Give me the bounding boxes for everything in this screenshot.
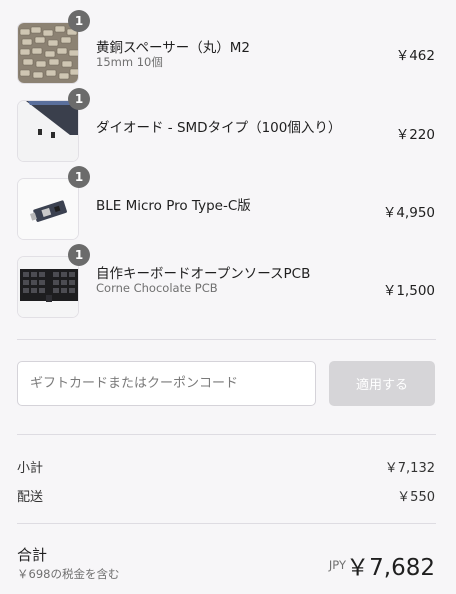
product-thumbnail-keyboard-pcb — [17, 256, 79, 318]
apply-coupon-button[interactable]: 適用する — [329, 361, 435, 406]
shipping-label: 配送 — [17, 490, 44, 505]
line-item: 1 BLE Micro Pro Type-C版 ￥4,950 — [0, 166, 456, 240]
divider — [17, 339, 436, 340]
product-name: BLE Micro Pro Type-C版 — [96, 198, 251, 214]
product-name: ダイオード - SMDタイプ（100個入り） — [96, 120, 342, 136]
product-name: 黄銅スペーサー（丸）M2 — [96, 40, 251, 56]
total-label: 合計 — [17, 546, 48, 564]
subtotal-label: 小計 — [17, 461, 44, 476]
product-price: ￥220 — [395, 127, 435, 143]
product-price: ￥462 — [395, 48, 435, 64]
divider — [17, 523, 436, 524]
controller-board-image — [18, 179, 78, 239]
coupon-code-input[interactable] — [17, 361, 316, 406]
divider — [17, 434, 436, 435]
total-value: ￥7,682 — [346, 555, 435, 581]
product-price: ￥1,500 — [382, 283, 435, 299]
shipping-value: ￥550 — [397, 490, 435, 505]
quantity-badge: 1 — [68, 88, 90, 110]
quantity-badge: 1 — [68, 244, 90, 266]
product-price: ￥4,950 — [382, 205, 435, 221]
tax-included-note: ￥698の税金を含む — [17, 567, 120, 581]
currency-code: JPY — [328, 558, 346, 572]
line-item: 1 自作キーボードオープンソースPCB Corne Chocolate PCB … — [0, 244, 456, 318]
line-item: 1 ダイオード - SMDタイプ（100個入り） ￥220 — [0, 88, 456, 162]
product-name: 自作キーボードオープンソースPCB — [96, 266, 311, 282]
quantity-badge: 1 — [68, 166, 90, 188]
line-item: 1 黄銅スペーサー（丸）M2 15mm 10個 ￥462 — [0, 10, 456, 84]
product-thumbnail-smd-diode — [17, 100, 79, 162]
subtotal-value: ￥7,132 — [384, 461, 435, 476]
product-thumbnail-brass-spacers — [17, 22, 79, 84]
quantity-badge: 1 — [68, 10, 90, 32]
smd-diode-image — [18, 101, 78, 161]
brass-spacers-image — [18, 23, 78, 83]
keyboard-pcb-image — [18, 257, 78, 317]
product-variant: 15mm 10個 — [96, 55, 163, 69]
product-variant: Corne Chocolate PCB — [96, 281, 218, 295]
product-thumbnail-controller-board — [17, 178, 79, 240]
